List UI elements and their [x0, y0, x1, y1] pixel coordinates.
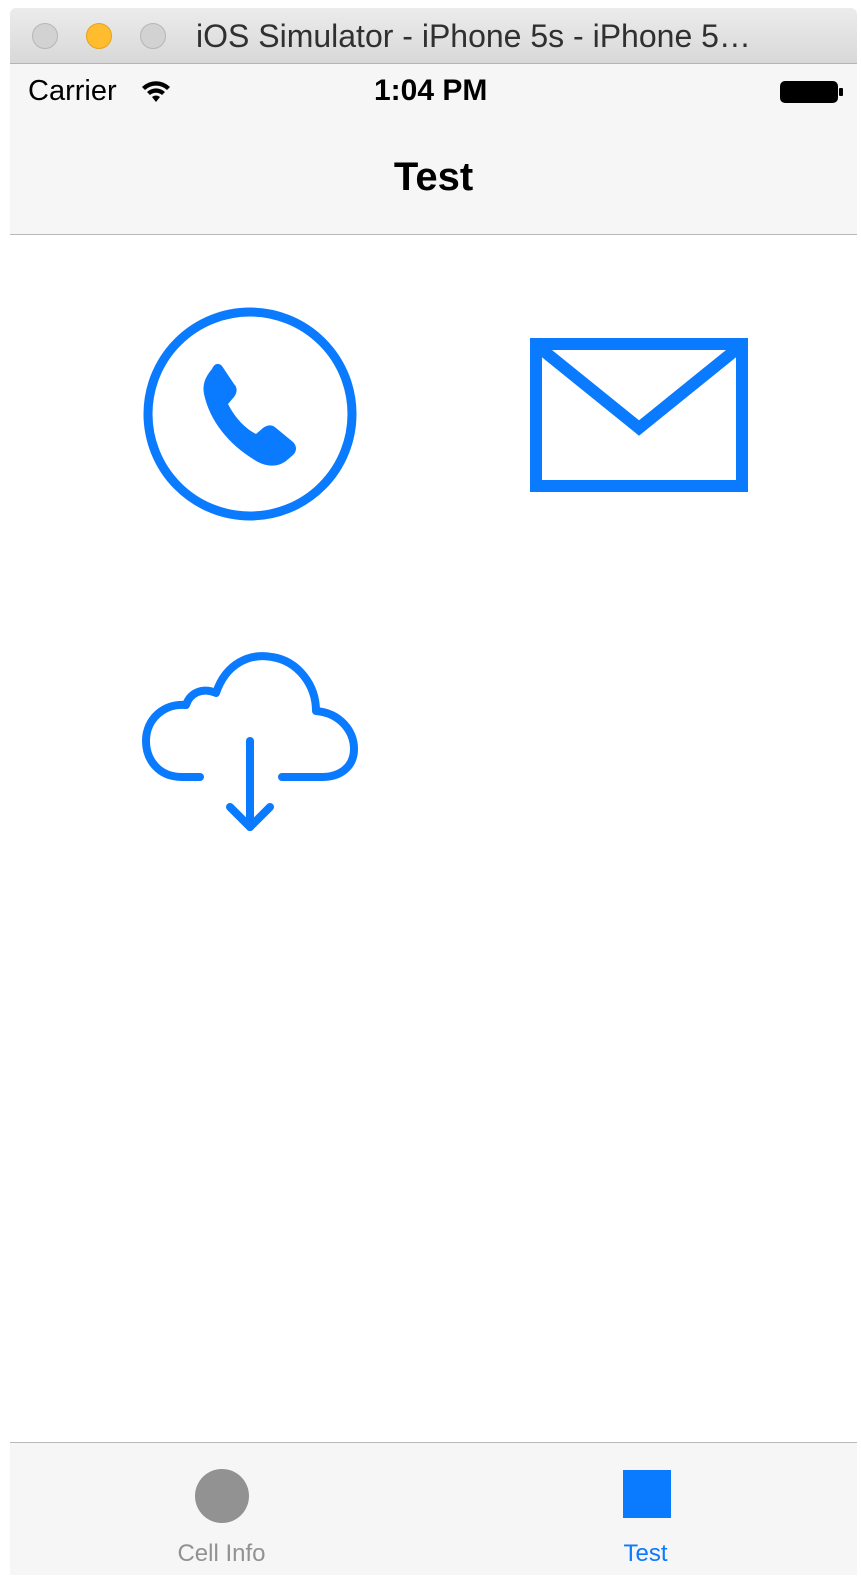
square-icon [623, 1470, 671, 1518]
simulator-screen: Carrier 1:04 PM Test Cell Info Test [10, 64, 857, 1575]
cloud-download-icon[interactable] [140, 649, 360, 839]
wifi-icon [142, 81, 170, 102]
window-title-bar: iOS Simulator - iPhone 5s - iPhone 5… [10, 8, 857, 64]
zoom-window-button[interactable] [140, 23, 166, 49]
tab-label: Test [623, 1540, 668, 1567]
status-carrier: Carrier [28, 75, 117, 107]
nav-title: Test [393, 155, 474, 199]
tab-test[interactable]: Test [434, 1443, 857, 1576]
tab-bar: Cell Info Test [10, 1442, 857, 1575]
tab-label: Cell Info [177, 1540, 266, 1567]
circle-icon [195, 1469, 249, 1523]
status-time: 1:04 PM [374, 74, 488, 107]
minimize-window-button[interactable] [86, 23, 112, 49]
phone-icon[interactable] [140, 304, 360, 524]
battery-icon [780, 81, 843, 103]
mail-icon[interactable] [530, 338, 748, 492]
window-title: iOS Simulator - iPhone 5s - iPhone 5… [196, 18, 751, 54]
navigation-bar: Carrier 1:04 PM Test [10, 64, 857, 235]
close-window-button[interactable] [32, 23, 58, 49]
tab-cell-info[interactable]: Cell Info [10, 1443, 433, 1576]
